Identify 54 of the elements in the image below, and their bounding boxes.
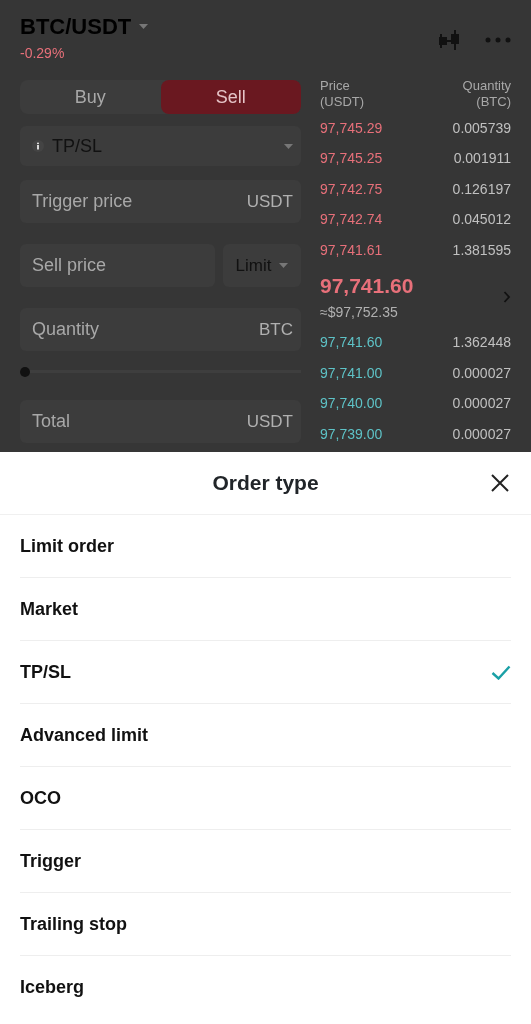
unit-label: USDT bbox=[246, 410, 293, 433]
ask-price: 97,742.74 bbox=[320, 210, 383, 230]
ask-price: 97,745.29 bbox=[320, 118, 383, 138]
ask-quantity: 0.005739 bbox=[452, 118, 511, 138]
order-type-option[interactable]: TP/SL bbox=[20, 641, 511, 704]
last-price: 97,741.60 bbox=[320, 273, 414, 300]
quantity-field[interactable]: Quantity BTC bbox=[20, 308, 301, 351]
column-header: Price bbox=[320, 78, 351, 94]
text-input[interactable]: Quantity bbox=[32, 308, 259, 351]
bid-quantity: 0.000027 bbox=[452, 424, 511, 444]
slider-thumb[interactable] bbox=[20, 367, 30, 377]
column-header: (USDT) bbox=[320, 93, 365, 110]
order-type-option[interactable]: OCO bbox=[20, 767, 511, 830]
side-tab[interactable]: Buy bbox=[20, 80, 161, 114]
bid-price: 97,739.00 bbox=[320, 424, 383, 444]
text-input[interactable]: Trigger price bbox=[32, 180, 247, 223]
total-field[interactable]: Total USDT bbox=[20, 400, 301, 443]
ask-quantity: 0.001911 bbox=[453, 149, 511, 169]
bid-price: 97,740.00 bbox=[320, 394, 383, 414]
more-icon[interactable] bbox=[485, 37, 511, 43]
bid-price: 97,741.00 bbox=[320, 363, 383, 383]
text-input[interactable]: Total bbox=[32, 400, 247, 443]
chevron-right-icon[interactable] bbox=[503, 290, 511, 303]
bid-price: 97,741.60 bbox=[320, 333, 383, 353]
order-type-option[interactable]: Trailing stop bbox=[20, 893, 511, 956]
caret-icon[interactable] bbox=[139, 24, 149, 29]
caret-icon bbox=[284, 143, 293, 149]
column-header: (BTC) bbox=[475, 93, 511, 110]
ask-price: 97,745.25 bbox=[320, 149, 383, 169]
ask-quantity: 0.126197 bbox=[452, 179, 511, 199]
side-tab[interactable]: Sell bbox=[160, 80, 301, 114]
candlestick-chart-icon[interactable] bbox=[439, 28, 461, 52]
bid-quantity: 0.000027 bbox=[452, 363, 511, 383]
ask-price: 97,741.61 bbox=[320, 240, 383, 260]
sheet-title: Order type bbox=[212, 470, 319, 497]
order-type-option[interactable]: Market bbox=[20, 578, 511, 641]
fiat-price: ≈$97,752.35 bbox=[320, 302, 399, 322]
ask-price: 97,742.75 bbox=[320, 179, 383, 199]
order-type-option[interactable]: Advanced limit bbox=[20, 704, 511, 767]
order-type-option[interactable]: Trigger bbox=[20, 830, 511, 893]
bid-quantity: 1.362448 bbox=[452, 333, 511, 353]
order-type-option[interactable]: Limit order bbox=[20, 515, 511, 578]
unit-label: USDT bbox=[246, 190, 293, 213]
ask-quantity: 0.045012 bbox=[452, 210, 511, 230]
column-header: Quantity bbox=[462, 78, 511, 94]
unit-label: BTC bbox=[259, 318, 293, 341]
caret-icon bbox=[279, 263, 289, 268]
ask-quantity: 1.381595 bbox=[452, 240, 511, 260]
order-type-option[interactable]: Iceberg bbox=[20, 956, 511, 1019]
bid-quantity: 0.000027 bbox=[452, 394, 511, 414]
trigger-price-field[interactable]: Trigger price USDT bbox=[20, 180, 301, 223]
info-icon bbox=[32, 140, 44, 152]
close-icon[interactable] bbox=[491, 474, 509, 492]
price-change: -0.29% bbox=[20, 44, 66, 63]
